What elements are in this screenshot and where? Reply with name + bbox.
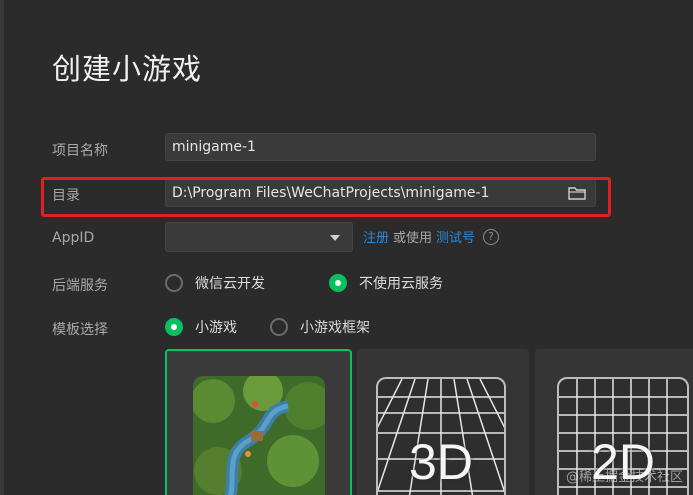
radio-wechat-cloud-label: 微信云开发 bbox=[195, 276, 265, 292]
backend-label: 后端服务 bbox=[52, 278, 108, 294]
appid-label: AppID bbox=[52, 230, 95, 246]
3d-label: 3D bbox=[409, 434, 473, 490]
radio-minigame-framework[interactable]: 小游戏框架 bbox=[270, 317, 370, 337]
chevron-down-icon bbox=[330, 235, 340, 241]
radio-minigame-framework-label: 小游戏框架 bbox=[300, 320, 370, 336]
radio-checked-icon bbox=[329, 274, 347, 292]
project-name-input[interactable]: minigame-1 bbox=[165, 133, 596, 161]
left-scroll-strip bbox=[0, 0, 4, 495]
project-name-value: minigame-1 bbox=[172, 139, 256, 155]
or-use-text: 或使用 bbox=[393, 231, 433, 246]
template-label: 模板选择 bbox=[52, 322, 108, 338]
register-link[interactable]: 注册 bbox=[363, 227, 389, 246]
radio-no-cloud-label: 不使用云服务 bbox=[359, 276, 443, 292]
radio-icon bbox=[270, 318, 288, 336]
directory-highlight-box bbox=[41, 177, 611, 217]
game-map-thumbnail bbox=[193, 376, 325, 495]
page-title: 创建小游戏 bbox=[52, 52, 203, 86]
radio-minigame[interactable]: 小游戏 bbox=[165, 317, 237, 337]
appid-select[interactable] bbox=[165, 222, 353, 252]
radio-no-cloud[interactable]: 不使用云服务 bbox=[329, 273, 443, 293]
template-card-game-map[interactable] bbox=[165, 349, 352, 495]
3d-thumbnail: 3D bbox=[376, 377, 506, 495]
radio-checked-icon bbox=[165, 318, 183, 336]
watermark: @稀土掘金技术社区 bbox=[565, 470, 683, 485]
template-card-3d[interactable]: 3D bbox=[357, 349, 529, 495]
radio-icon bbox=[165, 274, 183, 292]
radio-wechat-cloud[interactable]: 微信云开发 bbox=[165, 273, 265, 293]
radio-minigame-label: 小游戏 bbox=[195, 320, 237, 336]
test-account-link[interactable]: 测试号 bbox=[436, 227, 475, 246]
project-name-label: 项目名称 bbox=[52, 143, 108, 159]
help-icon[interactable]: ? bbox=[483, 228, 500, 245]
appid-links: 注册 或使用 测试号 ? bbox=[363, 227, 500, 246]
